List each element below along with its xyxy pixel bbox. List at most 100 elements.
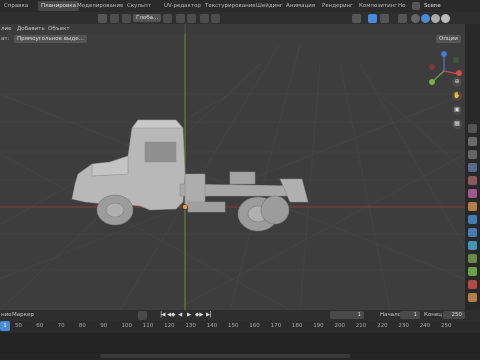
overlay-icon[interactable]	[380, 14, 389, 23]
ruler-tick-label: 50	[15, 323, 22, 329]
object-icon[interactable]	[468, 202, 477, 211]
gizmo-x-axis[interactable]	[456, 70, 462, 76]
viewport-header: лие Добавить Объект	[0, 24, 465, 34]
tab-layout[interactable]: Планировка	[38, 1, 79, 11]
proportional-edit-icon[interactable]	[200, 14, 209, 23]
menu-view[interactable]: лие	[1, 25, 11, 33]
timeline-track[interactable]	[0, 333, 480, 353]
tool-icon[interactable]	[468, 124, 477, 133]
timeline-header: ние Маркер ▕◀ ◀◆ ◀ ▶ ◆▶ ▶▏ 1 Начало 1 Ко…	[0, 310, 480, 321]
pan-hand-icon[interactable]: ✋	[452, 91, 462, 101]
snap-icon[interactable]	[176, 14, 185, 23]
playhead[interactable]: 1	[0, 321, 10, 331]
record-icon[interactable]	[138, 311, 147, 320]
end-label: Конец	[424, 312, 442, 318]
scene-icon	[412, 2, 420, 10]
visibility-icon[interactable]	[352, 14, 361, 23]
falloff-icon[interactable]	[211, 14, 220, 23]
ruler-tick-label: 200	[334, 323, 346, 329]
zoom-icon[interactable]: ⊕	[452, 77, 462, 87]
tab-uv[interactable]: UV-редактор	[161, 1, 204, 11]
snap-target-icon[interactable]	[187, 14, 196, 23]
grid-view-icon[interactable]: ▦	[452, 119, 462, 129]
gizmo-z-axis[interactable]	[441, 51, 447, 57]
options-dropdown[interactable]: Опции	[436, 35, 461, 43]
select-mode-dropdown[interactable]: Прямоугольное выде...	[14, 35, 87, 43]
ruler-tick-label: 160	[249, 323, 260, 329]
gizmo-y-axis[interactable]	[429, 79, 435, 85]
viewport-3d[interactable]: лие Добавить Объект ат: Прямоугольное вы…	[0, 24, 465, 310]
timeline-ruler[interactable]: 50 60 70 80 90 100 110 120 130 140 150 160 170 180 190…	[0, 321, 480, 333]
output-icon[interactable]	[468, 150, 477, 159]
orientation-icon[interactable]	[122, 14, 131, 23]
ruler-tick-label: 250	[441, 323, 452, 329]
scene-name[interactable]: Scene	[421, 1, 444, 11]
tool-header: Глоба...	[0, 12, 480, 24]
current-frame-field[interactable]: 1	[330, 311, 364, 319]
ruler-tick-label: 80	[78, 323, 86, 329]
ruler-tick-label: 210	[355, 323, 367, 329]
ruler-tick-label: 230	[398, 323, 409, 329]
camera-icon[interactable]: ▣	[452, 105, 462, 115]
menu-help[interactable]: Справка	[1, 1, 31, 11]
physics-icon[interactable]	[468, 241, 477, 250]
particles-icon[interactable]	[468, 228, 477, 237]
tab-rendering[interactable]: Рендеринг	[319, 1, 356, 11]
object-origin	[182, 204, 188, 210]
transform-orientation-select[interactable]: Глоба...	[133, 14, 162, 22]
play-reverse-icon[interactable]: ◀	[178, 311, 182, 319]
play-icon[interactable]: ▶	[187, 311, 191, 319]
scene-props-icon[interactable]	[468, 176, 477, 185]
ruler-tick-label: 110	[142, 323, 154, 329]
next-key-icon[interactable]: ◆▶	[195, 311, 203, 319]
topbar: Справка Планировка Моделирование Скульпт…	[0, 0, 480, 12]
ruler-tick-label: 190	[313, 323, 324, 329]
timeline[interactable]: ние Маркер ▕◀ ◀◆ ◀ ▶ ◆▶ ▶▏ 1 Начало 1 Ко…	[0, 310, 480, 360]
timeline-view-menu[interactable]: ние	[1, 311, 12, 319]
gizmo-neg-x[interactable]	[429, 64, 435, 70]
editor-type-icon[interactable]	[98, 14, 107, 23]
tab-sculpt[interactable]: Скульпт	[124, 1, 154, 11]
marker-menu[interactable]: Маркер	[12, 311, 34, 319]
view-layer-icon[interactable]	[468, 163, 477, 172]
gizmo-neg-y[interactable]	[453, 57, 459, 63]
ruler-tick-label: 70	[57, 323, 65, 329]
end-frame-field[interactable]: 250	[443, 311, 465, 319]
jump-start-icon[interactable]: ▕◀	[157, 311, 165, 319]
tab-modeling[interactable]: Моделирование	[74, 1, 126, 11]
material-icon[interactable]	[468, 280, 477, 289]
tab-more[interactable]: Но	[395, 1, 409, 11]
constraints-icon[interactable]	[468, 254, 477, 263]
gizmo-toggle-icon[interactable]	[368, 14, 377, 23]
rendered-shading-icon[interactable]	[441, 14, 450, 23]
material-shading-icon[interactable]	[431, 14, 440, 23]
texture-icon[interactable]	[468, 293, 477, 302]
navigation-gizmo[interactable]	[424, 48, 464, 94]
ruler-tick-label: 100	[121, 323, 133, 329]
tab-compositing[interactable]: Композитинг	[356, 1, 400, 11]
start-frame-field[interactable]: 1	[400, 311, 420, 319]
prev-key-icon[interactable]: ◀◆	[167, 311, 175, 319]
tab-animation[interactable]: Анимация	[283, 1, 318, 11]
ruler-tick-label: 60	[36, 323, 44, 329]
tab-texture[interactable]: Текстурирование	[202, 1, 259, 11]
ruler-tick-label: 220	[377, 323, 388, 329]
data-icon[interactable]	[468, 267, 477, 276]
ruler-tick-label: 140	[206, 323, 218, 329]
tab-shading[interactable]: Шейдинг	[253, 1, 286, 11]
pivot-icon[interactable]	[163, 14, 172, 23]
timeline-scrollbar[interactable]	[100, 354, 350, 358]
mode-icon[interactable]	[110, 14, 119, 23]
solid-shading-icon[interactable]	[421, 14, 430, 23]
wireframe-shading-icon[interactable]	[411, 14, 420, 23]
ruler-tick-label: 150	[228, 323, 239, 329]
menu-object[interactable]: Объект	[48, 25, 70, 33]
ruler-tick-label: 90	[100, 323, 108, 329]
ruler-tick-label: 120	[164, 323, 175, 329]
modifier-icon[interactable]	[468, 215, 477, 224]
jump-end-icon[interactable]: ▶▏	[206, 311, 214, 319]
render-icon[interactable]	[468, 137, 477, 146]
xray-icon[interactable]	[398, 14, 407, 23]
menu-add[interactable]: Добавить	[17, 25, 45, 33]
world-icon[interactable]	[468, 189, 477, 198]
